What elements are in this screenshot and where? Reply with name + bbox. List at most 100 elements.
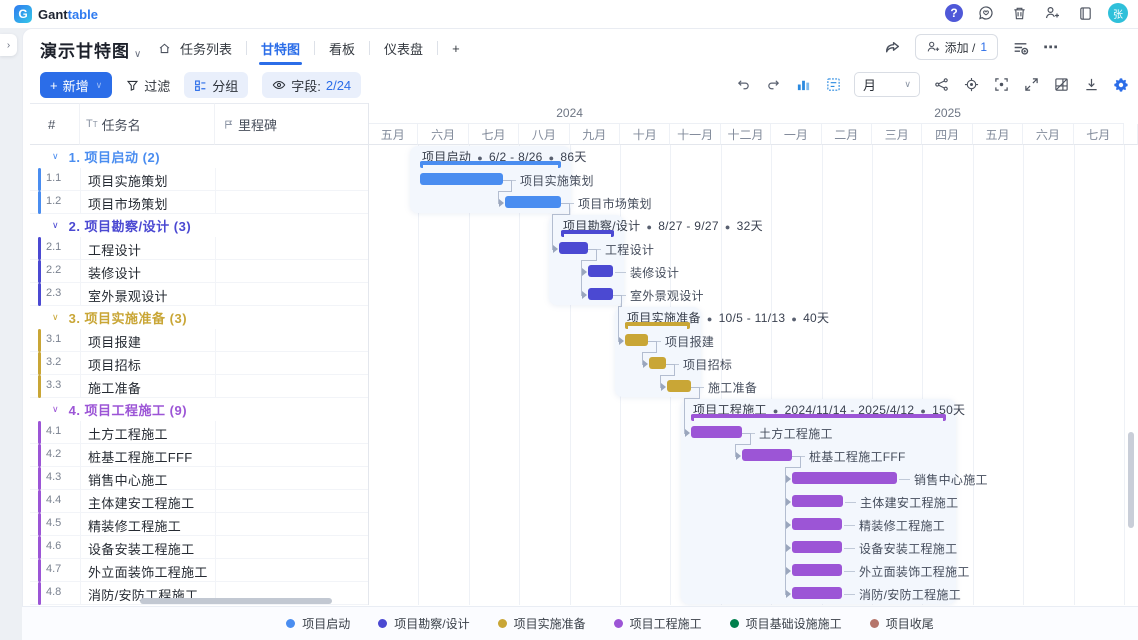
dependency-line xyxy=(785,467,801,468)
bar-label: 桩基工程施工FFF xyxy=(809,448,906,465)
fullscreen-icon[interactable] xyxy=(1022,76,1040,94)
new-task-button[interactable]: + 新增 ∨ xyxy=(40,72,112,98)
legend-label: 项目实施准备 xyxy=(514,615,586,632)
add-member-button[interactable]: 添加 /1 xyxy=(915,34,998,60)
home-icon xyxy=(158,42,171,55)
table-chart-splitter[interactable] xyxy=(368,103,369,605)
gantt-bar[interactable] xyxy=(625,334,648,346)
col-header-milestone[interactable]: 里程碑 xyxy=(215,103,368,145)
group-button[interactable]: 分组 xyxy=(184,72,248,98)
legend-bar: 项目启动项目勘察/设计项目实施准备项目工程施工项目基础设施施工项目收尾 xyxy=(22,606,1138,640)
group-summary-bar[interactable] xyxy=(691,414,946,421)
year-header: 2024 xyxy=(368,103,771,124)
tab-add-view[interactable]: + xyxy=(438,28,474,68)
vertical-scrollbar[interactable] xyxy=(1128,432,1134,528)
bar-label-line xyxy=(899,479,910,480)
gantt-bar[interactable] xyxy=(742,449,792,461)
dependency-line xyxy=(621,295,622,307)
tab-gantt[interactable]: 甘特图 xyxy=(247,28,314,68)
dependency-line xyxy=(596,249,597,261)
settings-gear-icon[interactable] xyxy=(1112,76,1130,94)
dependency-line xyxy=(750,433,751,445)
dependency-line xyxy=(613,295,621,296)
group-summary-bar[interactable] xyxy=(420,161,561,168)
month-header: 五月 xyxy=(368,124,418,145)
feedback-icon[interactable] xyxy=(976,3,996,23)
tab-kanban[interactable]: 看板 xyxy=(315,28,369,68)
bar-label-line xyxy=(844,548,855,549)
dependency-icon[interactable] xyxy=(932,76,950,94)
gantt-bar[interactable] xyxy=(792,518,842,530)
gantt-bar[interactable] xyxy=(792,564,842,576)
focus-icon[interactable] xyxy=(992,76,1010,94)
bar-label: 项目招标 xyxy=(683,356,732,373)
dependency-line xyxy=(785,467,786,595)
help-icon[interactable]: ? xyxy=(945,4,963,22)
filter-button[interactable]: 过滤 xyxy=(126,76,170,95)
fields-button[interactable]: 字段: 2/24 xyxy=(262,72,361,98)
gantt-bar[interactable] xyxy=(420,173,503,185)
col-header-task-name[interactable]: TT 任务名 xyxy=(80,103,215,145)
gantt-bar[interactable] xyxy=(505,196,561,208)
gantt-bar[interactable] xyxy=(792,587,842,599)
invite-user-icon[interactable] xyxy=(1042,3,1062,23)
more-icon[interactable]: ⋯ xyxy=(1043,38,1058,56)
group-summary-bar[interactable] xyxy=(561,230,614,237)
progress-chart-icon[interactable] xyxy=(794,76,812,94)
undo-icon[interactable] xyxy=(734,76,752,94)
export-icon[interactable] xyxy=(1082,76,1100,94)
dependency-arrow-icon xyxy=(582,268,587,276)
group-summary-bar[interactable] xyxy=(625,322,690,329)
toolbar: + 新增 ∨ 过滤 分组 字段: 2/24 月 xyxy=(22,68,1138,102)
doc-title[interactable]: 演示甘特图∨ xyxy=(40,37,142,62)
dependency-line xyxy=(666,364,674,365)
share-icon[interactable] xyxy=(884,39,901,56)
locate-icon[interactable] xyxy=(962,76,980,94)
list-settings-icon[interactable] xyxy=(1012,39,1029,56)
dependency-line xyxy=(561,203,569,204)
funnel-icon xyxy=(126,79,139,92)
gantt-bar[interactable] xyxy=(792,495,843,507)
dependency-line xyxy=(569,203,570,215)
avatar[interactable]: 张 xyxy=(1108,3,1128,23)
dependency-line xyxy=(656,341,657,353)
legend-dot xyxy=(378,619,387,628)
year-header: 2025 xyxy=(771,103,1124,124)
legend-item: 项目工程施工 xyxy=(614,615,702,632)
baseline-icon[interactable] xyxy=(824,76,842,94)
horizontal-scrollbar[interactable] xyxy=(140,598,332,604)
dependency-line xyxy=(742,433,750,434)
gantt-bar[interactable] xyxy=(588,265,613,277)
app-logo[interactable]: G Ganttable xyxy=(14,5,98,23)
gantt-bar[interactable] xyxy=(649,357,666,369)
group-icon xyxy=(194,79,207,92)
dependency-arrow-icon xyxy=(736,452,741,460)
dependency-line xyxy=(800,456,801,468)
dependency-arrow-icon xyxy=(553,245,558,253)
tab-task-list[interactable]: 任务列表 xyxy=(144,28,246,68)
tab-dashboard[interactable]: 仪表盘 xyxy=(370,28,437,68)
bar-label-line xyxy=(844,594,855,595)
hide-image-icon[interactable] xyxy=(1052,76,1070,94)
month-header xyxy=(1124,124,1138,145)
redo-icon[interactable] xyxy=(764,76,782,94)
bar-label: 工程设计 xyxy=(605,241,654,258)
gantt-bar[interactable] xyxy=(792,472,897,484)
manual-icon[interactable] xyxy=(1075,3,1095,23)
trash-icon[interactable] xyxy=(1009,3,1029,23)
col-header-number[interactable]: # xyxy=(30,103,80,145)
legend-dot xyxy=(614,619,623,628)
dependency-line xyxy=(792,456,800,457)
time-scale-select[interactable]: 月∨ xyxy=(854,72,920,97)
gantt-bar[interactable] xyxy=(667,380,691,392)
legend-item: 项目收尾 xyxy=(870,615,934,632)
month-header: 四月 xyxy=(922,124,972,145)
bar-label: 土方工程施工 xyxy=(759,425,833,442)
gantt-bar[interactable] xyxy=(792,541,842,553)
month-header: 七月 xyxy=(1074,124,1124,145)
month-header: 九月 xyxy=(570,124,620,145)
gantt-bar[interactable] xyxy=(559,242,588,254)
month-header: 十一月 xyxy=(670,124,720,145)
gantt-bar[interactable] xyxy=(691,426,742,438)
gantt-bar[interactable] xyxy=(588,288,613,300)
